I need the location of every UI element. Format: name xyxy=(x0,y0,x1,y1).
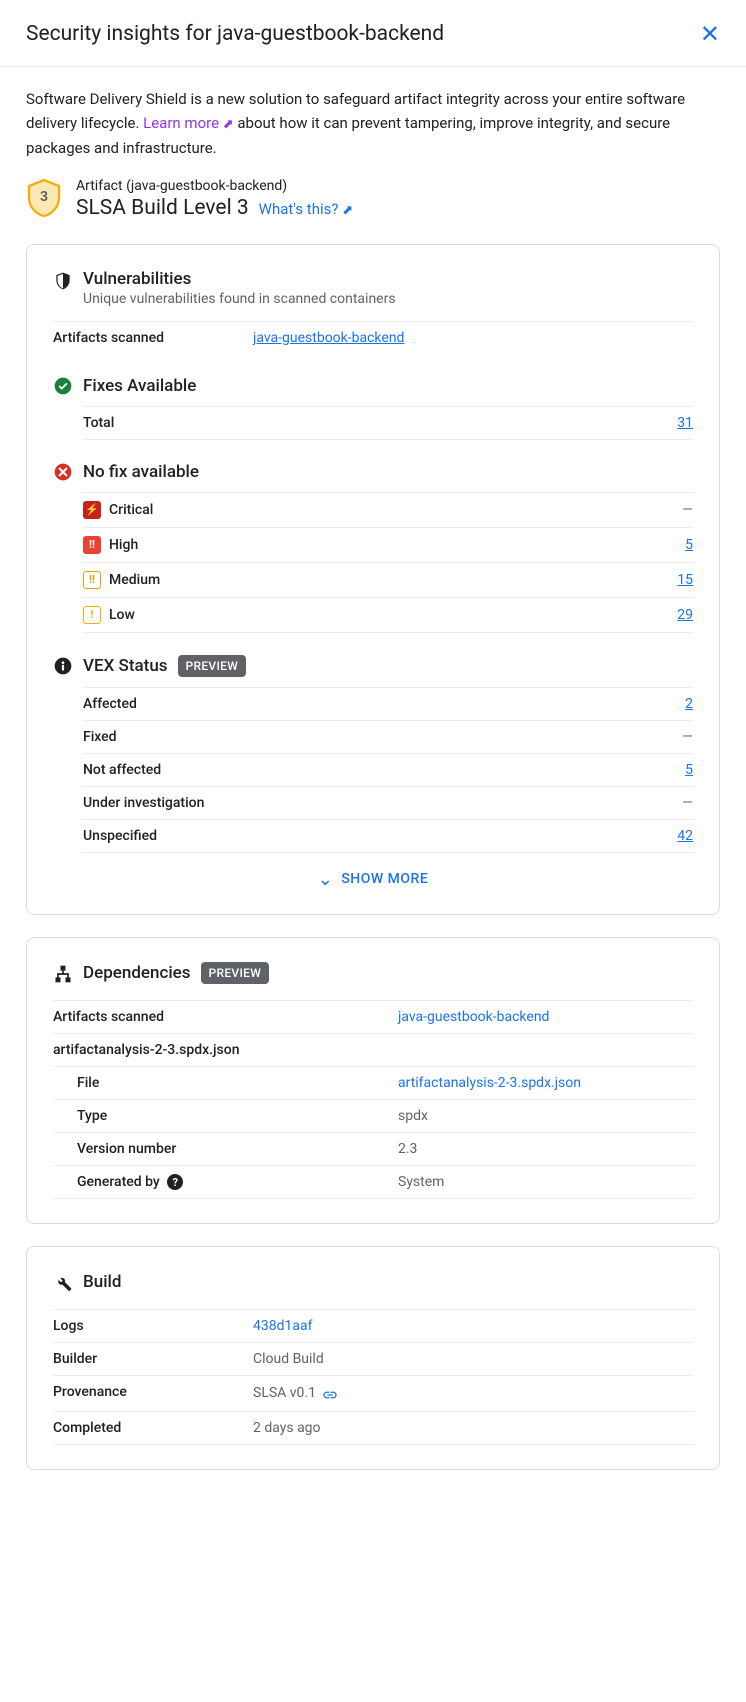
fixes-available-title: Fixes Available xyxy=(83,376,196,396)
wrench-icon xyxy=(53,1273,73,1293)
fixes-total-link[interactable]: 31 xyxy=(677,415,693,431)
vulnerabilities-subtitle: Unique vulnerabilities found in scanned … xyxy=(83,291,396,307)
build-card: Build Logs438d1aafBuilderCloud BuildProv… xyxy=(26,1246,720,1470)
build-label: Builder xyxy=(53,1351,253,1367)
dependencies-card: Dependencies PREVIEW Artifacts scanned j… xyxy=(26,937,720,1225)
preview-badge: PREVIEW xyxy=(178,655,247,677)
no-fix-title: No fix available xyxy=(83,462,199,482)
severity-icon: ‼ xyxy=(83,536,101,554)
build-title: Build xyxy=(83,1272,121,1292)
build-label: Logs xyxy=(53,1318,253,1334)
dependencies-icon xyxy=(53,964,73,984)
slsa-badge-icon: 3 xyxy=(26,178,62,218)
severity-icon: ⚡ xyxy=(83,501,101,519)
severity-row: ⚡ Critical — xyxy=(83,492,693,527)
vex-label: Affected xyxy=(83,696,685,712)
dependency-label: Generated by ? xyxy=(53,1174,398,1191)
build-value: Cloud Build xyxy=(253,1351,324,1367)
dependency-row: Version number2.3 xyxy=(53,1132,693,1165)
dep-artifacts-scanned-label: Artifacts scanned xyxy=(53,1009,398,1025)
dependency-row: Typespdx xyxy=(53,1099,693,1132)
dependency-value-link[interactable]: artifactanalysis-2-3.spdx.json xyxy=(398,1075,581,1091)
vex-label: Fixed xyxy=(83,729,682,745)
vex-row: Under investigation— xyxy=(83,786,693,819)
build-row: Logs438d1aaf xyxy=(53,1309,693,1342)
vex-row: Unspecified42 xyxy=(83,819,693,853)
dependency-label: Version number xyxy=(53,1141,398,1157)
build-row: Completed2 days ago xyxy=(53,1411,693,1445)
vex-count-link[interactable]: 42 xyxy=(677,828,693,844)
severity-label: Low xyxy=(109,607,135,623)
severity-count-link[interactable]: 5 xyxy=(685,537,693,553)
shield-icon xyxy=(53,271,73,291)
slsa-level-number: 3 xyxy=(40,189,48,205)
dependency-value: 2.3 xyxy=(398,1141,417,1157)
severity-label: Critical xyxy=(109,502,153,518)
slsa-title: SLSA Build Level 3 xyxy=(76,196,249,220)
check-circle-icon xyxy=(53,376,73,396)
info-circle-icon xyxy=(53,656,73,676)
dependency-row: Fileartifactanalysis-2-3.spdx.json xyxy=(53,1066,693,1099)
external-link-icon: ⬈ xyxy=(342,203,353,218)
build-label: Completed xyxy=(53,1420,253,1436)
severity-count: — xyxy=(682,502,693,518)
severity-row: ‼ High 5 xyxy=(83,527,693,562)
vex-status-title: VEX Status xyxy=(83,656,168,676)
dep-group-name: artifactanalysis-2-3.spdx.json xyxy=(53,1042,398,1058)
intro-text: Software Delivery Shield is a new soluti… xyxy=(26,87,720,160)
preview-badge: PREVIEW xyxy=(201,962,270,984)
vulnerabilities-card: Vulnerabilities Unique vulnerabilities f… xyxy=(26,244,720,915)
dependency-label: File xyxy=(53,1075,398,1091)
whats-this-link[interactable]: What's this? ⬈ xyxy=(259,200,353,218)
show-more-button[interactable]: ⌄ SHOW MORE xyxy=(53,853,693,890)
severity-label: High xyxy=(109,537,138,553)
link-icon[interactable] xyxy=(322,1384,338,1403)
dependency-value: spdx xyxy=(398,1108,428,1124)
chevron-down-icon: ⌄ xyxy=(318,869,334,890)
dependency-label: Type xyxy=(53,1108,398,1124)
dependencies-title: Dependencies xyxy=(83,963,191,983)
vex-count-link[interactable]: 2 xyxy=(685,696,693,712)
vulnerabilities-title: Vulnerabilities xyxy=(83,269,396,289)
build-value-link[interactable]: 438d1aaf xyxy=(253,1318,312,1334)
severity-row: ! Low 29 xyxy=(83,597,693,633)
fixes-total-label: Total xyxy=(83,415,677,431)
vex-count-link[interactable]: 5 xyxy=(685,762,693,778)
build-row: ProvenanceSLSA v0.1 xyxy=(53,1375,693,1411)
severity-icon: !! xyxy=(83,571,101,589)
page-title: Security insights for java-guestbook-bac… xyxy=(26,22,444,46)
dependency-row: Generated by ?System xyxy=(53,1165,693,1200)
severity-count-link[interactable]: 29 xyxy=(677,607,693,623)
severity-count-link[interactable]: 15 xyxy=(677,572,693,588)
close-button[interactable]: ✕ xyxy=(700,20,720,48)
dependency-value: System xyxy=(398,1174,444,1190)
vex-label: Unspecified xyxy=(83,828,677,844)
vex-row: Not affected5 xyxy=(83,753,693,786)
dep-artifacts-scanned-link[interactable]: java-guestbook-backend xyxy=(398,1009,549,1025)
build-value: SLSA v0.1 xyxy=(253,1386,316,1402)
artifacts-scanned-link[interactable]: java-guestbook-backend xyxy=(253,330,404,346)
build-label: Provenance xyxy=(53,1384,253,1403)
vex-row: Fixed— xyxy=(83,720,693,753)
show-more-label: SHOW MORE xyxy=(341,871,428,887)
artifacts-scanned-label: Artifacts scanned xyxy=(53,330,253,346)
vex-label: Under investigation xyxy=(83,795,682,811)
vex-count: — xyxy=(682,795,693,811)
learn-more-link[interactable]: Learn more ⬈ xyxy=(143,114,234,132)
severity-row: !! Medium 15 xyxy=(83,562,693,597)
external-link-icon: ⬈ xyxy=(223,117,234,132)
artifact-label: Artifact (java-guestbook-backend) xyxy=(76,178,720,194)
error-circle-icon xyxy=(53,462,73,482)
severity-icon: ! xyxy=(83,606,101,624)
vex-row: Affected2 xyxy=(83,687,693,720)
vex-count: — xyxy=(682,729,693,745)
help-icon[interactable]: ? xyxy=(167,1174,183,1190)
severity-label: Medium xyxy=(109,572,160,588)
build-row: BuilderCloud Build xyxy=(53,1342,693,1375)
build-value: 2 days ago xyxy=(253,1420,321,1436)
vex-label: Not affected xyxy=(83,762,685,778)
